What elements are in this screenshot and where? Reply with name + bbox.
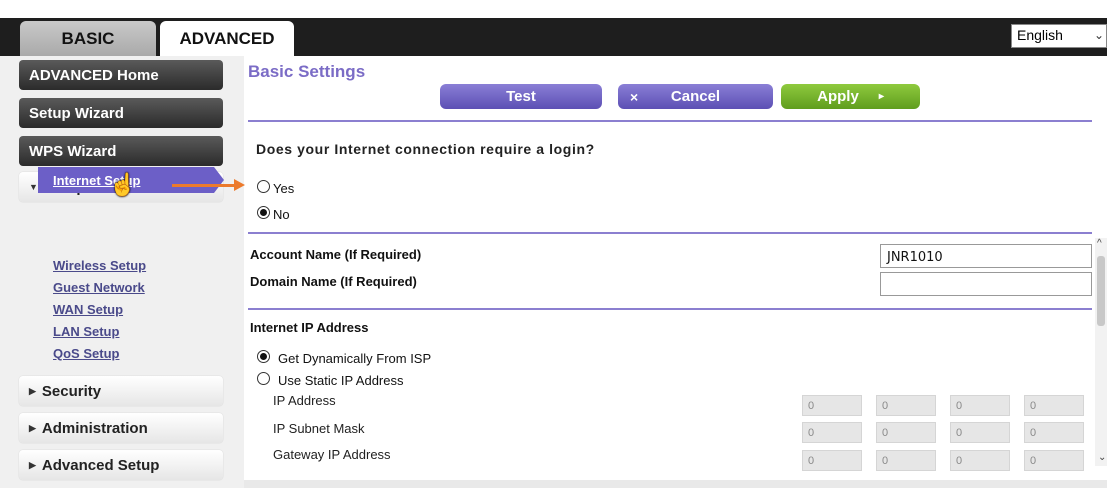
- sidebar-item-advanced-setup[interactable]: ▶ Advanced Setup: [19, 450, 223, 480]
- subnet-mask-octet-4[interactable]: 0: [1024, 422, 1084, 443]
- ip-address-label: IP Address: [273, 393, 336, 408]
- ip-address-octet-3[interactable]: 0: [950, 395, 1010, 416]
- sidebar-subitem-qos-setup[interactable]: QoS Setup: [53, 346, 119, 361]
- login-no-label: No: [273, 207, 290, 222]
- gateway-ip-octet-4[interactable]: 0: [1024, 450, 1084, 471]
- bottom-edge: [244, 480, 1107, 488]
- account-name-label: Account Name (If Required): [250, 247, 422, 262]
- domain-name-label: Domain Name (If Required): [250, 274, 417, 289]
- arrow-right-icon: ▸: [878, 91, 884, 102]
- gateway-ip-octet-1[interactable]: 0: [802, 450, 862, 471]
- annotation-arrow-icon: [172, 184, 236, 187]
- subnet-mask-octet-2[interactable]: 0: [876, 422, 936, 443]
- sidebar-subitem-wireless-setup[interactable]: Wireless Setup: [53, 258, 146, 273]
- triangle-right-icon: ▶: [29, 423, 36, 433]
- account-name-input[interactable]: JNR1010: [880, 244, 1092, 268]
- scroll-up-icon[interactable]: ^: [1097, 238, 1102, 249]
- sidebar-item-wps-wizard[interactable]: WPS Wizard: [19, 136, 223, 166]
- subnet-mask-octet-1[interactable]: 0: [802, 422, 862, 443]
- sidebar-item-label: Advanced Setup: [41, 457, 160, 474]
- test-button[interactable]: Test: [440, 84, 602, 109]
- sidebar-item-advanced-home[interactable]: ADVANCED Home: [19, 60, 223, 90]
- triangle-right-icon: ▶: [29, 386, 36, 396]
- page-title: Basic Settings: [248, 62, 366, 81]
- domain-name-input[interactable]: [880, 272, 1092, 296]
- divider: [248, 232, 1092, 234]
- gateway-ip-octet-2[interactable]: 0: [876, 450, 936, 471]
- apply-button[interactable]: Apply ▸: [781, 84, 920, 109]
- login-no-radio[interactable]: [257, 206, 270, 219]
- cancel-label: Cancel: [670, 88, 721, 105]
- tab-advanced[interactable]: ADVANCED: [160, 21, 294, 56]
- scroll-down-icon[interactable]: ⌄: [1098, 452, 1106, 463]
- subnet-mask-octet-3[interactable]: 0: [950, 422, 1010, 443]
- sidebar-subitem-wan-setup[interactable]: WAN Setup: [53, 302, 123, 317]
- gateway-ip-label: Gateway IP Address: [273, 447, 391, 462]
- scrollbar-thumb[interactable]: [1097, 256, 1105, 326]
- cancel-button[interactable]: × Cancel: [618, 84, 773, 109]
- language-select[interactable]: English ⌄: [1011, 24, 1107, 48]
- login-yes-label: Yes: [273, 181, 295, 196]
- sidebar-item-label: Security: [41, 383, 102, 400]
- ip-dynamic-radio[interactable]: [257, 350, 270, 363]
- login-yes-radio[interactable]: [257, 180, 270, 193]
- language-selected: English: [1017, 27, 1063, 43]
- sidebar-item-security[interactable]: ▶ Security: [19, 376, 223, 406]
- triangle-right-icon: ▶: [29, 460, 36, 470]
- ip-address-octet-1[interactable]: 0: [802, 395, 862, 416]
- chevron-down-icon: ⌄: [1093, 28, 1104, 42]
- gateway-ip-octet-3[interactable]: 0: [950, 450, 1010, 471]
- sidebar-item-setup-wizard[interactable]: Setup Wizard: [19, 98, 223, 128]
- ip-static-radio[interactable]: [257, 372, 270, 385]
- sidebar-subitem-guest-network[interactable]: Guest Network: [53, 280, 145, 295]
- triangle-down-icon: ▼: [29, 182, 38, 192]
- tab-basic[interactable]: BASIC: [20, 21, 156, 56]
- ip-address-octet-4[interactable]: 0: [1024, 395, 1084, 416]
- divider: [248, 120, 1092, 122]
- sidebar-item-label: Administration: [41, 420, 148, 437]
- divider: [248, 308, 1092, 310]
- active-indicator: [214, 167, 224, 193]
- sidebar-subitem-lan-setup[interactable]: LAN Setup: [53, 324, 119, 339]
- ip-dynamic-label: Get Dynamically From ISP: [278, 351, 432, 366]
- subnet-mask-label: IP Subnet Mask: [273, 421, 365, 436]
- ip-address-octet-2[interactable]: 0: [876, 395, 936, 416]
- close-icon: ×: [630, 88, 639, 105]
- sidebar-item-administration[interactable]: ▶ Administration: [19, 413, 223, 443]
- ip-static-label: Use Static IP Address: [278, 373, 404, 388]
- hand-cursor-icon: ☝: [109, 172, 137, 197]
- login-question: Does your Internet connection require a …: [256, 141, 595, 157]
- apply-label: Apply: [817, 88, 859, 105]
- ip-section-title: Internet IP Address: [250, 320, 369, 335]
- annotation-arrow-head: [234, 179, 245, 191]
